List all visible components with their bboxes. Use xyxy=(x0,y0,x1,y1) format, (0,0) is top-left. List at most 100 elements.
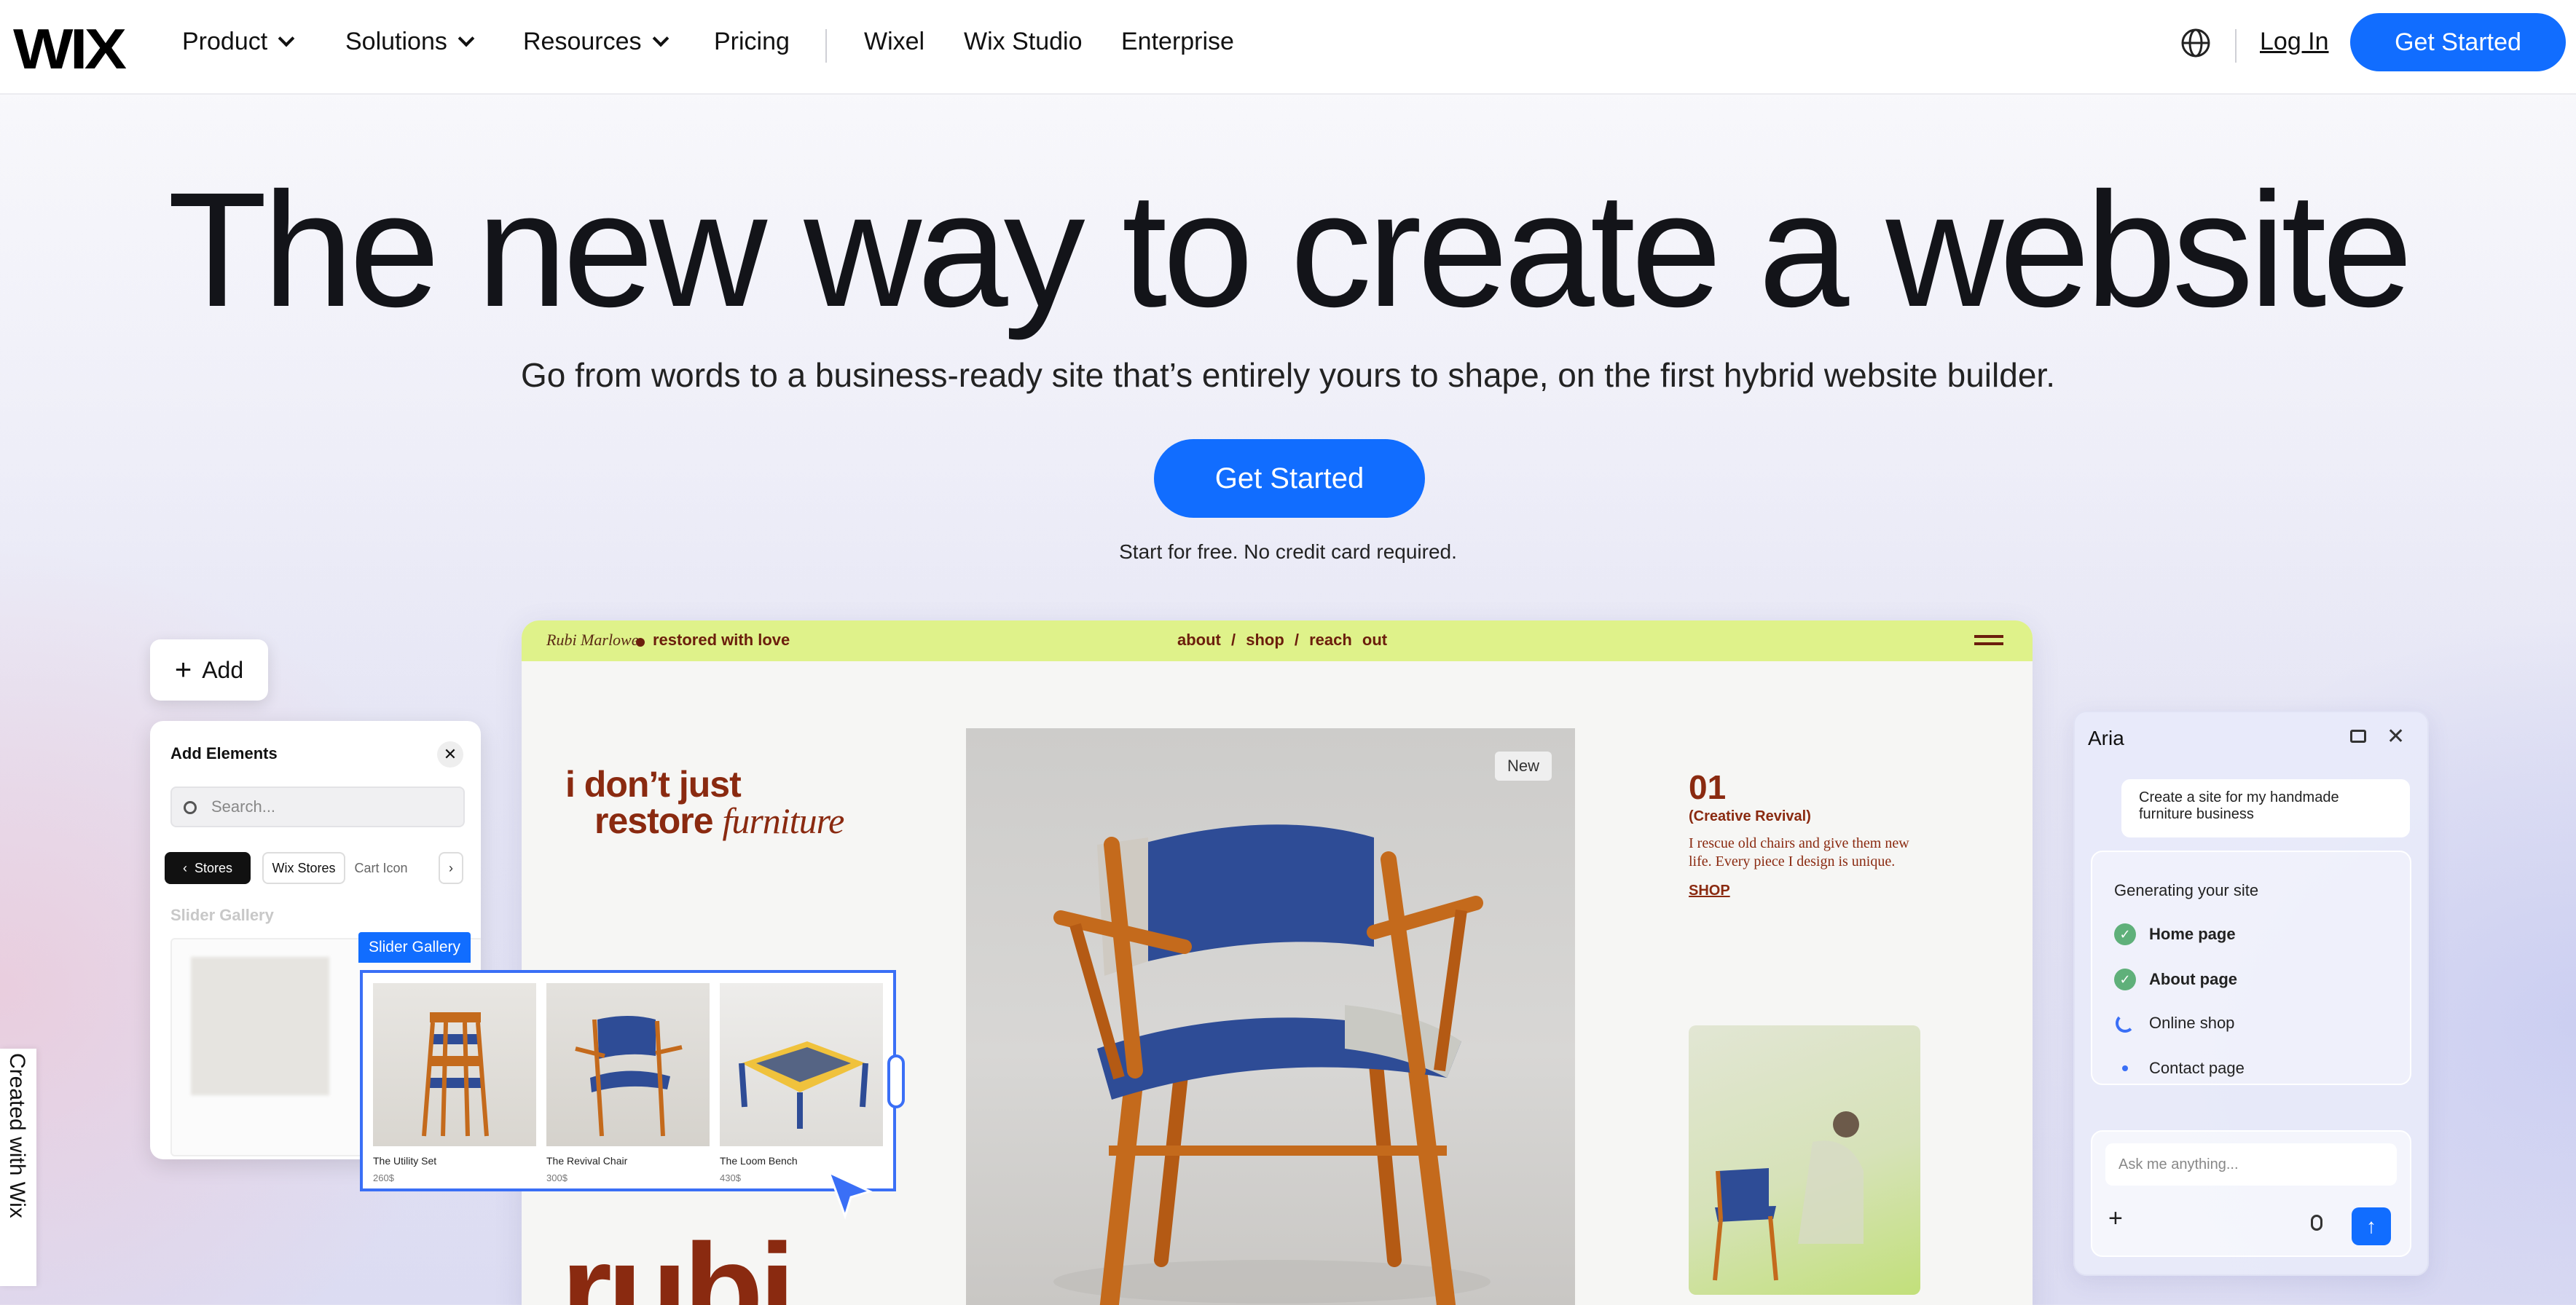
step-label: Home page xyxy=(2149,925,2236,943)
step-label: Contact page xyxy=(2149,1059,2245,1077)
close-icon[interactable]: ✕ xyxy=(2387,724,2405,749)
section-number: 01 xyxy=(1689,768,1727,806)
site-header: Rubi Marlowe restored with love about / … xyxy=(522,620,2033,661)
site-big-word: rubi xyxy=(561,1217,796,1305)
nav-enterprise[interactable]: Enterprise xyxy=(1121,28,1234,56)
brand-dot xyxy=(636,638,645,647)
top-navigation: WIX Product Solutions Resources Pricing … xyxy=(0,0,2576,95)
product-name: The Revival Chair xyxy=(546,1155,628,1167)
spinner-icon xyxy=(2116,1014,2135,1033)
check-icon: ✓ xyxy=(2114,923,2136,945)
product-price: 260$ xyxy=(373,1172,394,1183)
nav-product-label: Product xyxy=(182,28,268,55)
login-link[interactable]: Log In xyxy=(2260,28,2329,56)
nav-divider xyxy=(825,29,827,63)
aria-input-area: Ask me anything... + ↑ xyxy=(2091,1130,2411,1257)
arrow-up-icon: ↑ xyxy=(2366,1215,2376,1237)
nav-product[interactable]: Product xyxy=(182,28,295,56)
slider-gallery-label: Slider Gallery xyxy=(358,932,471,963)
get-started-button[interactable]: Get Started xyxy=(2350,13,2566,71)
site-menu[interactable]: about / shop / reach out xyxy=(1177,631,1387,650)
nav-resources-label: Resources xyxy=(523,28,642,55)
product-image[interactable] xyxy=(720,983,883,1146)
progress-title: Generating your site xyxy=(2114,881,2259,899)
microphone-icon[interactable] xyxy=(2311,1215,2322,1231)
chat-icon[interactable] xyxy=(2350,730,2366,743)
chair-photo[interactable]: New xyxy=(966,728,1575,1305)
nav-resources[interactable]: Resources xyxy=(523,28,669,56)
nav-solutions-label: Solutions xyxy=(345,28,447,55)
site-preview: Rubi Marlowe restored with love about / … xyxy=(522,620,2033,1305)
add-label: Add xyxy=(202,656,244,683)
section-subtitle: (Creative Revival) xyxy=(1689,808,1811,824)
product-price: 300$ xyxy=(546,1172,568,1183)
hamburger-icon[interactable] xyxy=(1974,635,2003,638)
globe-icon[interactable] xyxy=(2180,28,2211,58)
chair-illustration xyxy=(1053,824,1491,1305)
chair-small-illustration xyxy=(575,1016,683,1137)
step-home-page: ✓ Home page xyxy=(2114,923,2236,945)
created-with-wix-badge[interactable]: Created with Wix xyxy=(0,1049,36,1286)
step-online-shop: Online shop xyxy=(2114,1014,2234,1033)
resize-handle[interactable] xyxy=(887,1054,905,1108)
hero-note: Start for free. No credit card required. xyxy=(1119,540,1457,563)
send-button[interactable]: ↑ xyxy=(2352,1207,2391,1245)
site-tagline: restored with love xyxy=(653,631,790,649)
craftsman-illustration xyxy=(1713,1111,1864,1281)
aria-title: Aria xyxy=(2088,727,2124,749)
chip-stores-label: Stores xyxy=(194,860,233,875)
aria-assistant-panel: Aria ✕ Create a site for my handmade fur… xyxy=(2073,711,2429,1276)
headline-line-2: restore furniture xyxy=(565,803,844,839)
product-image[interactable] xyxy=(546,983,710,1146)
chevron-down-icon xyxy=(458,30,475,47)
headline-furniture: furniture xyxy=(722,800,844,841)
chevron-down-icon xyxy=(278,30,295,47)
chip-cart-icon[interactable]: Cart Icon xyxy=(348,852,414,884)
craftsman-photo[interactable] xyxy=(1689,1025,1920,1295)
generation-progress: Generating your site ✓ Home page ✓ About p… xyxy=(2091,851,2411,1085)
ask-input[interactable]: Ask me anything... xyxy=(2105,1143,2397,1186)
site-headline: i don’t just restore furniture xyxy=(565,766,844,839)
product-price: 430$ xyxy=(720,1172,741,1183)
nav-wixel[interactable]: Wixel xyxy=(864,28,924,56)
step-about-page: ✓ About page xyxy=(2114,969,2237,990)
chevron-down-icon xyxy=(652,30,669,47)
close-icon[interactable]: ✕ xyxy=(437,741,463,768)
chip-wix-stores[interactable]: Wix Stores xyxy=(262,852,345,884)
slider-gallery[interactable]: The Utility Set 260$ The Revival Chair 3… xyxy=(360,970,905,1191)
add-button[interactable]: + Add xyxy=(150,639,268,701)
search-icon xyxy=(184,801,197,814)
section-slider-gallery: Slider Gallery xyxy=(170,906,274,924)
created-with-wix-label: Created with Wix xyxy=(5,1053,29,1218)
hero-title: The new way to create a website xyxy=(167,159,2413,341)
hero-get-started-button[interactable]: Get Started xyxy=(1154,439,1425,518)
elements-search-input[interactable]: Search... xyxy=(170,786,465,827)
pending-dot-icon xyxy=(2122,1065,2128,1071)
nav-pricing[interactable]: Pricing xyxy=(714,28,790,56)
product-name: The Utility Set xyxy=(373,1155,437,1167)
plus-icon: + xyxy=(174,653,192,686)
headline-restore: restore xyxy=(594,800,714,841)
hero-subtitle: Go from words to a business-ready site t… xyxy=(521,356,2055,394)
chevron-left-icon: ‹ xyxy=(182,860,195,875)
section-body: I rescue old chairs and give them new li… xyxy=(1689,835,1909,870)
site-brand[interactable]: Rubi Marlowe xyxy=(546,631,639,650)
new-badge: New xyxy=(1495,752,1552,781)
plus-icon[interactable]: + xyxy=(2108,1205,2123,1233)
user-message: Create a site for my handmade furniture … xyxy=(2121,779,2410,837)
product-name: The Loom Bench xyxy=(720,1155,798,1167)
shop-link[interactable]: SHOP xyxy=(1689,883,1730,899)
check-icon: ✓ xyxy=(2114,969,2136,990)
step-label: About page xyxy=(2149,970,2237,988)
stools-illustration xyxy=(422,1012,489,1137)
step-label: Online shop xyxy=(2149,1014,2235,1032)
chip-stores[interactable]: ‹ Stores xyxy=(165,852,251,884)
nav-solutions[interactable]: Solutions xyxy=(345,28,475,56)
nav-wix-studio[interactable]: Wix Studio xyxy=(964,28,1083,56)
headline-line-1: i don’t just xyxy=(565,764,742,805)
chevron-right-icon[interactable]: › xyxy=(439,852,463,884)
nav-divider xyxy=(2235,29,2237,63)
wix-logo[interactable]: WIX xyxy=(13,16,127,82)
add-elements-title: Add Elements xyxy=(170,744,278,762)
product-image[interactable] xyxy=(373,983,536,1146)
